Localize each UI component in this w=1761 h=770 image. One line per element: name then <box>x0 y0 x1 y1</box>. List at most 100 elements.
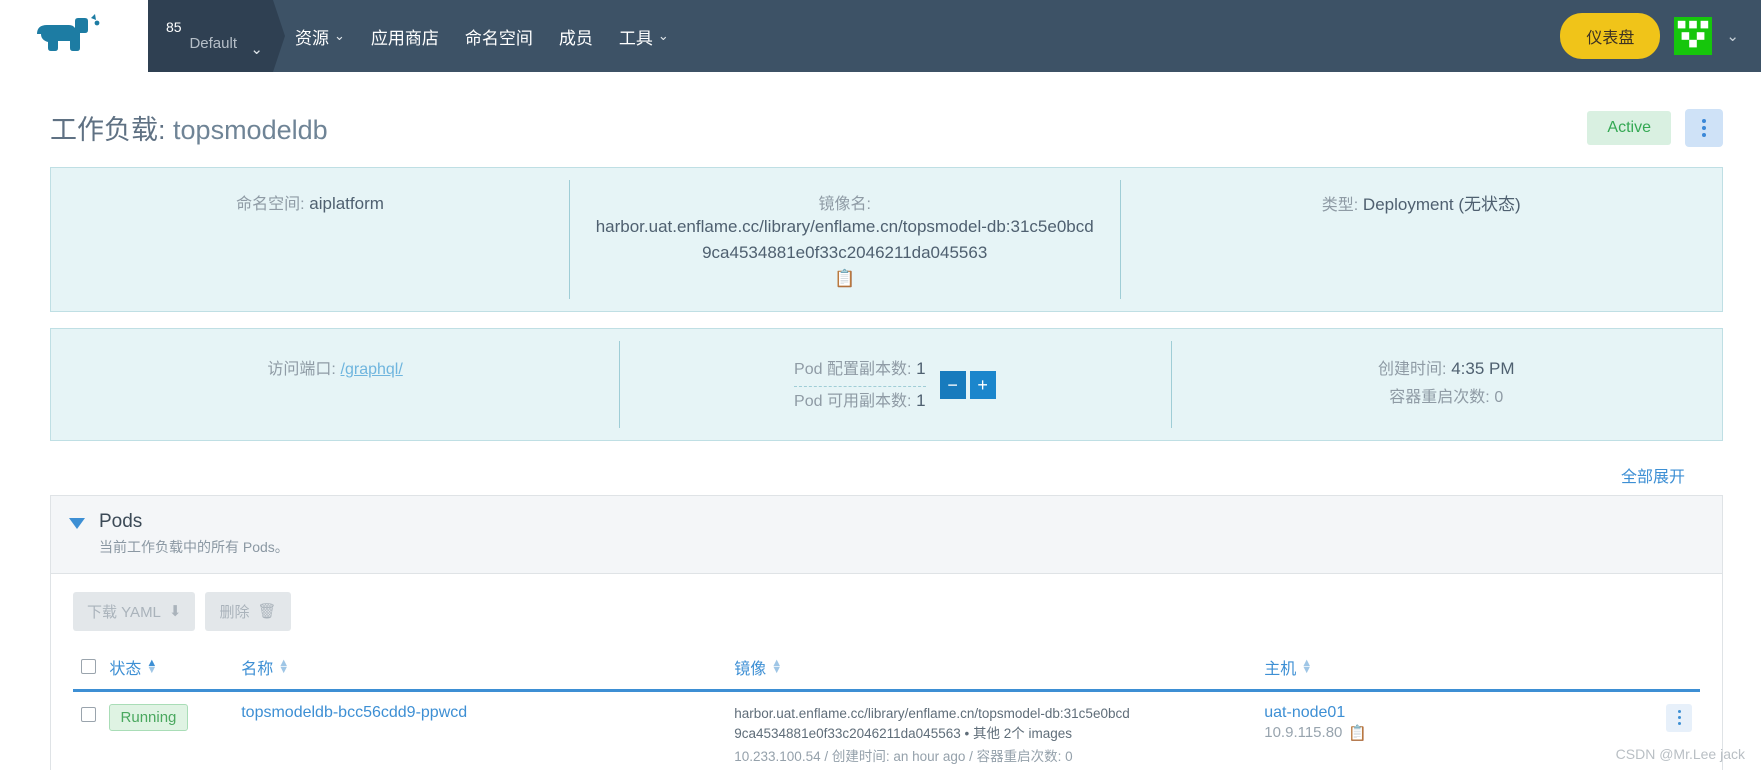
download-yaml-label: 下载 YAML <box>87 603 161 621</box>
workload-actions-button[interactable] <box>1685 108 1723 147</box>
clipboard-icon[interactable]: 📋 <box>834 269 855 289</box>
watermark: CSDN @Mr.Lee jack <box>1615 746 1745 762</box>
sort-caret-icon: ▲ ▼ <box>771 657 783 676</box>
created-cell: 创建时间: 4:35 PM 容器重启次数: 0 <box>1170 329 1722 440</box>
trash-icon: 🗑 <box>257 603 277 621</box>
header-actions: 仪表盘 ⌄ <box>1560 0 1761 72</box>
pod-status-badge: Running <box>108 703 189 731</box>
pods-table-head: 状态 ▲ ▼ 名称 ▲ ▼ 镜像 ▲ ▼ 主机 ▲ ▼ <box>73 648 1700 692</box>
nav-item-app-store[interactable]: 应用商店 <box>371 24 439 49</box>
restart-count-label: 容器重启次数: <box>1389 388 1490 406</box>
pods-toolbar: 下载 YAML ⬇ 删除 🗑 <box>73 591 1700 631</box>
sort-host[interactable]: 主机 ▲ ▼ <box>1264 655 1312 679</box>
cluster-name: Default <box>189 35 237 53</box>
configured-replicas-label: Pod 配置副本数: <box>794 361 912 378</box>
type-value: Deployment (无状态) <box>1362 195 1521 214</box>
page-title: 工作负载: topsmodeldb <box>50 108 328 147</box>
dashboard-button[interactable]: 仪表盘 <box>1560 13 1661 59</box>
delete-label: 删除 <box>219 603 250 621</box>
chevron-down-icon: ⌄ <box>657 28 669 43</box>
page-header-actions: Active <box>1587 108 1723 147</box>
header-host-label: 主机 <box>1264 660 1297 678</box>
pod-host-ip: 10.9.115.80 <box>1264 724 1343 742</box>
page-title-label: 工作负载: <box>50 115 166 145</box>
namespace-cell: 命名空间: aiplatform <box>51 168 569 311</box>
available-replicas-value: 1 <box>916 390 926 410</box>
nav-item-tools[interactable]: 工具 ⌄ <box>619 24 669 49</box>
row-status-cell: Running <box>73 690 233 770</box>
configured-replicas-value: 1 <box>916 359 926 378</box>
select-all-checkbox[interactable] <box>81 658 96 674</box>
chevron-down-icon: ⌄ <box>334 28 345 43</box>
header-name: 名称 ▲ ▼ <box>233 648 727 692</box>
sort-image[interactable]: 镜像 ▲ ▼ <box>734 655 782 679</box>
rancher-cow-logo-icon <box>37 14 100 51</box>
row-host-cell: uat-node01 10.9.115.80 📋 <box>1256 690 1626 770</box>
collapse-triangle-icon[interactable] <box>69 518 85 530</box>
brand-logo[interactable] <box>0 0 148 72</box>
port-cell: 访问端口: /graphql/ <box>51 329 619 440</box>
nav-item-resources[interactable]: 资源 ⌄ <box>295 24 345 49</box>
header-image: 镜像 ▲ ▼ <box>726 648 1257 692</box>
nav-item-label: 命名空间 <box>464 28 533 48</box>
kebab-dot <box>1677 722 1681 726</box>
nav-item-label: 资源 <box>295 28 329 48</box>
kebab-dot <box>1702 125 1706 130</box>
nav-item-list: 资源 ⌄ 应用商店 命名空间 成员 工具 ⌄ <box>285 0 669 72</box>
nav-item-label: 应用商店 <box>370 28 439 48</box>
top-header: 85 Default ⌄ 资源 ⌄ 应用商店 命名空间 成员 工具 ⌄ 仪表盘 … <box>0 0 1761 72</box>
restart-count-value: 0 <box>1494 388 1504 406</box>
breadcrumb-arrow <box>273 0 285 72</box>
clipboard-icon[interactable]: 📋 <box>1348 724 1367 742</box>
kebab-dot <box>1702 118 1706 123</box>
row-image-cell: harbor.uat.enflame.cc/library/enflame.cn… <box>726 690 1256 770</box>
delete-button[interactable]: 删除 🗑 <box>205 591 291 631</box>
sort-status[interactable]: 状态 ▲ ▼ <box>109 655 157 679</box>
port-link[interactable]: /graphql/ <box>341 361 403 378</box>
cluster-count: 85 <box>166 18 182 35</box>
nav-item-namespaces[interactable]: 命名空间 <box>465 24 533 49</box>
sort-name[interactable]: 名称 ▲ ▼ <box>241 655 289 679</box>
pods-panel-header[interactable]: Pods 当前工作负载中的所有 Pods。 <box>51 496 1722 574</box>
kebab-dot <box>1677 710 1681 714</box>
header-status-label: 状态 <box>109 660 142 678</box>
page-header: 工作负载: topsmodeldb Active <box>0 72 1761 167</box>
row-name-cell: topsmodeldb-bcc56cdd9-ppwcd <box>233 690 726 770</box>
pods-table: 状态 ▲ ▼ 名称 ▲ ▼ 镜像 ▲ ▼ 主机 ▲ ▼ Running tops… <box>73 648 1700 770</box>
download-icon: ⬇ <box>168 603 182 621</box>
expand-all-link[interactable]: 全部展开 <box>1621 469 1685 486</box>
nav-item-label: 成员 <box>558 28 593 48</box>
kebab-dot <box>1702 132 1706 137</box>
page-title-value: topsmodeldb <box>173 115 328 145</box>
scale-down-button[interactable]: − <box>939 370 966 399</box>
pod-actions-button[interactable] <box>1666 703 1692 732</box>
header-actions <box>1626 648 1700 692</box>
workload-scale-card: 访问端口: /graphql/ Pod 配置副本数: 1 Pod 可用副本数: … <box>50 328 1723 442</box>
header-host: 主机 ▲ ▼ <box>1256 648 1627 692</box>
status-badge: Active <box>1587 110 1671 145</box>
image-value: harbor.uat.enflame.cc/library/enflame.cn… <box>595 217 1094 262</box>
header-status: 状态 ▲ ▼ <box>73 648 234 692</box>
table-header-row: 状态 ▲ ▼ 名称 ▲ ▼ 镜像 ▲ ▼ 主机 ▲ ▼ <box>73 648 1700 692</box>
nav-item-members[interactable]: 成员 <box>559 24 593 49</box>
created-time: 创建时间: 4:35 PM <box>1378 355 1515 383</box>
cluster-selector[interactable]: 85 Default ⌄ <box>148 0 273 72</box>
pod-host-link[interactable]: uat-node01 <box>1264 704 1345 721</box>
avatar[interactable] <box>1674 17 1713 55</box>
available-replicas-label: Pod 可用副本数: <box>794 392 912 410</box>
workload-summary-card: 命名空间: aiplatform 镜像名: harbor.uat.enflame… <box>50 167 1723 312</box>
pod-image-text: harbor.uat.enflame.cc/library/enflame.cn… <box>734 705 1130 741</box>
sort-caret-icon: ▲ ▼ <box>146 657 158 676</box>
chevron-down-icon: ⌄ <box>250 41 263 58</box>
table-row: Running topsmodeldb-bcc56cdd9-ppwcd harb… <box>73 690 1700 770</box>
row-checkbox[interactable] <box>81 706 96 722</box>
scale-up-button[interactable]: + <box>969 370 996 399</box>
pods-panel: Pods 当前工作负载中的所有 Pods。 下载 YAML ⬇ 删除 🗑 状态 … <box>50 495 1723 770</box>
pod-name-link[interactable]: topsmodeldb-bcc56cdd9-ppwcd <box>241 704 467 721</box>
port-label: 访问端口: <box>267 361 336 378</box>
header-name-label: 名称 <box>241 660 274 678</box>
download-yaml-button[interactable]: 下载 YAML ⬇ <box>73 591 196 631</box>
header-image-label: 镜像 <box>734 660 767 678</box>
pods-panel-subtitle: 当前工作负载中的所有 Pods。 <box>99 538 289 555</box>
chevron-down-icon[interactable]: ⌄ <box>1726 27 1739 45</box>
